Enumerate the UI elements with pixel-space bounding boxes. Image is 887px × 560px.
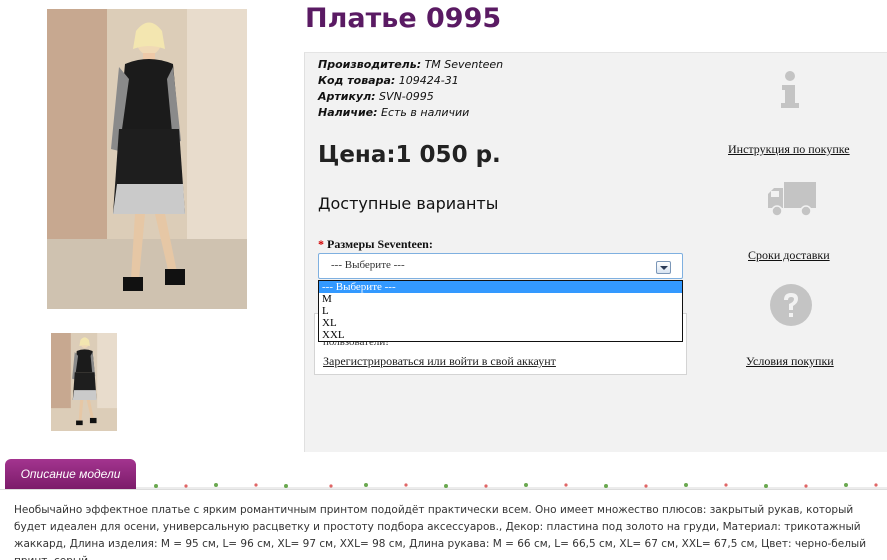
size-option-xxl[interactable]: XXL bbox=[319, 329, 682, 341]
size-dropdown-list[interactable]: --- Выберите --- M L XL XXL bbox=[318, 280, 683, 342]
delivery-terms-link[interactable]: Сроки доставки bbox=[748, 248, 830, 263]
size-select-value: --- Выберите --- bbox=[331, 259, 405, 271]
variants-heading: Доступные варианты bbox=[318, 194, 499, 213]
purchase-conditions-link[interactable]: Условия покупки bbox=[746, 354, 834, 369]
info-availability-value: Есть в наличии bbox=[377, 106, 470, 119]
size-option-xl[interactable]: XL bbox=[319, 317, 682, 329]
tab-description[interactable]: Описание модели bbox=[5, 459, 136, 489]
required-mark: * bbox=[318, 237, 324, 251]
product-title: Платье 0995 bbox=[305, 3, 502, 34]
info-availability: Наличие: Есть в наличии bbox=[318, 106, 469, 119]
info-availability-label: Наличие: bbox=[318, 106, 378, 119]
info-product-code-label: Код товара: bbox=[318, 74, 396, 87]
info-icon[interactable] bbox=[777, 70, 803, 110]
info-article: Артикул: SVN-0995 bbox=[318, 90, 434, 103]
register-login-link[interactable]: Зарегистрироваться или войти в свой акка… bbox=[323, 354, 556, 369]
size-label-text: Размеры Seventeen: bbox=[327, 237, 433, 251]
product-main-photo[interactable] bbox=[47, 9, 247, 309]
size-option-m[interactable]: M bbox=[319, 293, 682, 305]
size-label: * Размеры Seventeen: bbox=[318, 237, 433, 252]
info-manufacturer-value: TM Seventeen bbox=[421, 58, 504, 71]
info-article-value: SVN-0995 bbox=[375, 90, 434, 103]
chevron-down-icon[interactable] bbox=[656, 261, 671, 274]
info-manufacturer: Производитель: TM Seventeen bbox=[318, 58, 503, 71]
info-manufacturer-label: Производитель: bbox=[318, 58, 422, 71]
description-panel: Необычайно эффектное платье с ярким рома… bbox=[0, 489, 887, 560]
info-product-code-value: 109424-31 bbox=[395, 74, 459, 87]
purchase-instructions-link[interactable]: Инструкция по покупке bbox=[728, 142, 850, 157]
size-option-placeholder[interactable]: --- Выберите --- bbox=[319, 281, 682, 293]
size-select[interactable]: --- Выберите --- bbox=[318, 253, 683, 279]
info-article-label: Артикул: bbox=[318, 90, 376, 103]
product-thumbnail[interactable] bbox=[51, 333, 117, 431]
question-icon[interactable] bbox=[769, 283, 813, 327]
info-product-code: Код товара: 109424-31 bbox=[318, 74, 459, 87]
product-price: Цена:1 050 р. bbox=[318, 142, 501, 168]
description-text: Необычайно эффектное платье с ярким рома… bbox=[14, 504, 867, 560]
tab-description-label: Описание модели bbox=[20, 467, 121, 481]
truck-icon[interactable] bbox=[766, 180, 818, 220]
size-option-l[interactable]: L bbox=[319, 305, 682, 317]
